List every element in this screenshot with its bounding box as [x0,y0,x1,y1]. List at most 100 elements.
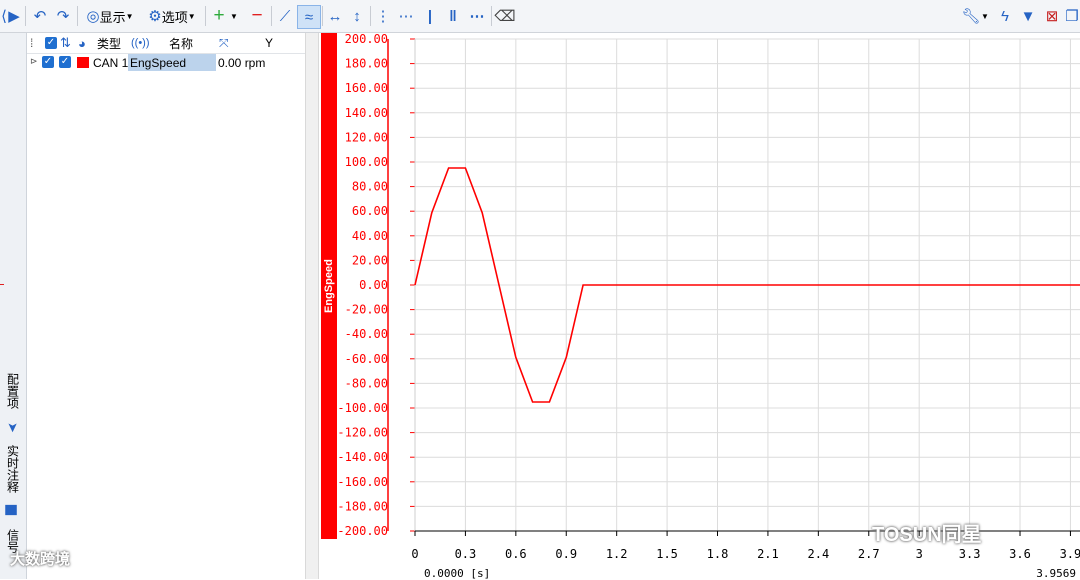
y-tick-label: -60.00 [345,352,388,366]
separator [322,6,323,26]
fit-horizontal-icon[interactable]: ↔ [325,5,345,27]
eraser-icon[interactable]: ⌫ [494,5,516,27]
y-tick-label: 180.00 [345,57,388,71]
gear-icon: ⚙ [148,8,162,25]
chevron-down-icon[interactable]: ▼ [229,5,239,27]
table-row[interactable]: ⊳ ✓ ✓ CAN 1 EngSpeed 0.00 rpm [27,54,305,71]
sort-icon[interactable]: ⇅ [60,35,71,51]
column-name[interactable]: 名称 [169,35,193,51]
y-tick-label: 160.00 [345,81,388,95]
x-tick-label: 2.7 [858,547,880,561]
row-checkbox[interactable]: ✓ [42,56,54,68]
chevron-down-icon[interactable]: ▼ [980,5,990,27]
display-icon: ◎ [86,8,100,25]
arrow-icon: ➤ [5,421,21,433]
play-icon[interactable]: ▶ [6,5,22,27]
y-tick-label: 100.00 [345,155,388,169]
fit-vertical-icon[interactable]: ↕ [347,5,367,27]
note-icon: ▆ [5,505,21,515]
y-tick-label: -200.00 [337,524,388,538]
y-tick-label: 140.00 [345,106,388,120]
row-visible-checkbox[interactable]: ✓ [59,56,71,68]
y-tick-label: 120.00 [345,130,388,144]
y-tick-label: -180.00 [337,499,388,513]
chart-area[interactable]: EngSpeed 200.00 180.00 160.00 140.00 120.00 1… [318,33,1080,580]
y-tick-label: 200.00 [345,33,388,46]
single-cursor-icon[interactable]: | [420,5,440,27]
separator [370,6,371,26]
expand-icon[interactable]: ⊳ [30,56,38,67]
x-tick-label: 0.9 [555,547,577,561]
double-cursor-icon[interactable]: ‖ [443,5,463,27]
x-tick-label: 3.9 [1060,547,1080,561]
redo-icon[interactable]: ↷ [53,5,73,27]
line-chart-icon[interactable]: ⟋ [274,5,296,27]
remove-icon[interactable]: − [246,5,268,27]
separator [77,6,78,26]
y-tick-label: -100.00 [337,401,388,415]
plot-svg: 200.00 180.00 160.00 140.00 120.00 100.00 80.0… [337,33,1080,561]
x-tick-label: 1.8 [707,547,729,561]
tab-config-label: 配置项 [5,373,20,409]
grip-icon: ⁞ [30,36,34,50]
y-tick-label: -40.00 [345,327,388,341]
color-swatch[interactable] [77,57,89,68]
more-icon[interactable]: ⋯ [466,5,488,27]
column-y[interactable]: Y [265,35,273,51]
lightning-icon[interactable]: ϟ [996,5,1014,27]
options-menu-button[interactable]: ⚙ 选项 ▼ [143,5,201,27]
y-tick-label: 40.00 [352,229,388,243]
tab-realtime-note-label: 实时注释 [5,445,20,493]
y-tick-label: 80.00 [352,180,388,194]
chevron-down-icon: ▼ [187,11,196,21]
select-all-checkbox[interactable]: ✓ [45,37,57,49]
x-tick-label: 3.3 [959,547,981,561]
x-tick-label: 0.3 [455,547,477,561]
row-name-cell[interactable]: EngSpeed [128,54,216,71]
wrench-icon[interactable]: 🔧︎ [961,5,980,27]
cursor-horizontal-icon[interactable]: ⋯ [396,5,416,27]
watermark-right: TOSUN同星 [872,524,982,546]
table-header: ⁞ ✓ ⇅ ◕ 类型 ((•)) 名称 ⤧ Y [27,33,305,54]
y-tick-label: 0.00 [359,278,388,292]
y-tick-label: -160.00 [337,475,388,489]
x-tick-label: 1.5 [656,547,678,561]
restore-window-icon[interactable]: ❐ [1064,5,1080,27]
options-label: 选项 [161,9,188,25]
row-name: EngSpeed [130,56,187,70]
marker [0,284,4,285]
x-start-label: 0.0000 [s] [424,567,491,580]
watermark-left: 大数跨境 [10,551,71,568]
filter-icon[interactable]: ▼ [1018,5,1038,27]
y-tick-label: 60.00 [352,204,388,218]
x-tick-label: 3.6 [1009,547,1031,561]
x-end-label: 3.9569 [1036,567,1076,580]
y-tick-label: -120.00 [337,426,388,440]
signal-table: ⁞ ✓ ⇅ ◕ 类型 ((•)) 名称 ⤧ Y ⊳ ✓ ✓ CAN 1 EngS… [27,33,305,579]
toolbar: ⟨ ▶ ↶ ↷ ◎ 显示 ▼ ⚙ 选项 ▼ + ▼ − ⟋ ≈ ↔ ↕ ⋮ ⋯ … [0,0,1080,33]
y-tick-label: 20.00 [352,253,388,267]
axis-icon: ⤧ [219,35,229,50]
separator [271,6,272,26]
x-tick-label: 0 [411,547,418,561]
x-tick-label: 2.1 [757,547,779,561]
separator [205,6,206,26]
row-value: 0.00 rpm [218,56,266,70]
display-menu-button[interactable]: ◎ 显示 ▼ [82,5,138,27]
undo-icon[interactable]: ↶ [30,5,50,27]
panel-splitter[interactable] [305,33,319,579]
separator [491,6,492,26]
signal-icon: ((•)) [131,37,150,49]
column-type[interactable]: 类型 [97,35,121,51]
chevron-down-icon: ▼ [125,11,134,21]
add-icon[interactable]: + [210,5,228,27]
multi-axis-chart-icon[interactable]: ≈ [297,5,321,29]
close-window-icon[interactable]: ⊠ [1042,5,1062,27]
cursor-vertical-icon[interactable]: ⋮ [373,5,393,27]
display-label: 显示 [99,9,126,25]
y-tick-label: -80.00 [345,376,388,390]
x-tick-label: 1.2 [606,547,628,561]
x-tick-label: 0.6 [505,547,527,561]
row-type: CAN 1 [93,56,129,70]
y-tick-label: -140.00 [337,450,388,464]
